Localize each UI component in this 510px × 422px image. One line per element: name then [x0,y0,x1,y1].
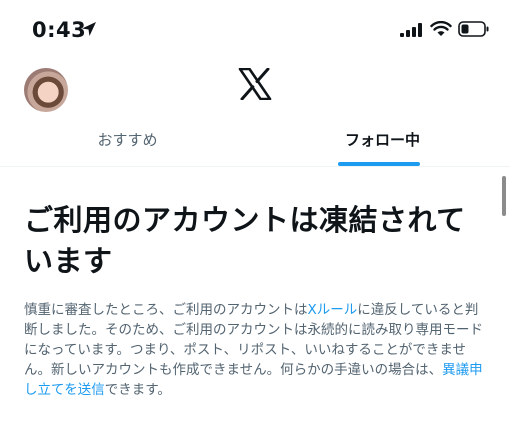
status-time: 0:43 [32,18,87,42]
tab-recommended[interactable]: おすすめ [0,118,255,166]
notice-body-text-3: できます。 [104,382,171,398]
battery-icon [458,21,490,41]
status-bar: 0:43 [0,0,510,58]
suspension-notice: ご利用のアカウントは凍結されています 慎重に審査したところ、ご利用のアカウントは… [24,200,490,400]
scrollbar[interactable] [502,176,506,216]
notice-headline: ご利用のアカウントは凍結されています [24,203,466,278]
user-avatar[interactable] [24,68,68,112]
timeline-tabs: おすすめ フォロー中 [0,118,510,167]
wifi-icon [430,20,452,41]
notice-body: 慎重に審査したところ、ご利用のアカウントはXルールに違反していると判断しました。… [24,300,490,400]
tab-following[interactable]: フォロー中 [255,118,510,166]
top-header [0,58,510,118]
location-arrow-icon [80,20,98,42]
cellular-signal-icon [400,22,424,41]
x-logo-icon [238,67,272,104]
notice-body-text-1: 慎重に審査したところ、ご利用のアカウントは [24,302,308,318]
active-tab-indicator [338,162,420,166]
x-rules-link[interactable]: Xルール [308,302,358,318]
